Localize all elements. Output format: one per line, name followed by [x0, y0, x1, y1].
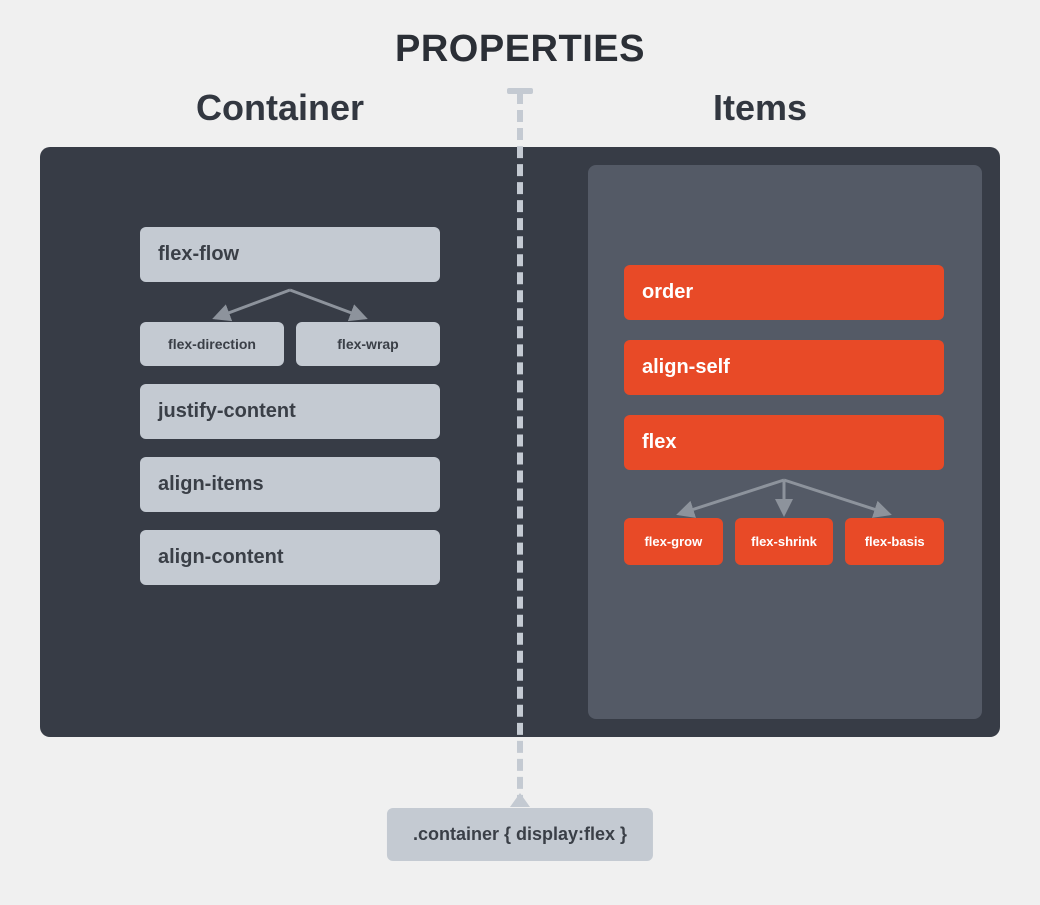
split-arrows-3-icon	[624, 478, 944, 518]
property-flex: flex	[624, 415, 944, 470]
items-properties-panel: order align-self flex flex-grow fle	[552, 147, 1000, 737]
property-align-items: align-items	[140, 457, 440, 512]
property-align-self: align-self	[624, 340, 944, 395]
property-align-content: align-content	[140, 530, 440, 585]
property-flex-shrink: flex-shrink	[735, 518, 834, 565]
items-card: order align-self flex flex-grow fle	[588, 165, 982, 719]
footer-up-arrow-icon	[510, 793, 530, 807]
flex-flow-sub-row: flex-direction flex-wrap	[140, 322, 440, 366]
property-flex-basis: flex-basis	[845, 518, 944, 565]
property-flex-grow: flex-grow	[624, 518, 723, 565]
center-divider	[517, 92, 523, 861]
property-flex-direction: flex-direction	[140, 322, 284, 366]
divider-cap	[507, 88, 533, 94]
property-flex-wrap: flex-wrap	[296, 322, 440, 366]
property-order: order	[624, 265, 944, 320]
items-column-header: Items	[520, 87, 1000, 129]
split-arrows-icon	[140, 288, 440, 322]
page-title: PROPERTIES	[0, 0, 1040, 87]
footer-code-snippet: .container { display:flex }	[387, 808, 653, 861]
property-flex-flow: flex-flow	[140, 227, 440, 282]
flex-sub-row: flex-grow flex-shrink flex-basis	[624, 518, 944, 565]
container-column-header: Container	[40, 87, 520, 129]
container-properties-panel: flex-flow flex-direction flex-wrap justi…	[40, 147, 552, 737]
property-justify-content: justify-content	[140, 384, 440, 439]
